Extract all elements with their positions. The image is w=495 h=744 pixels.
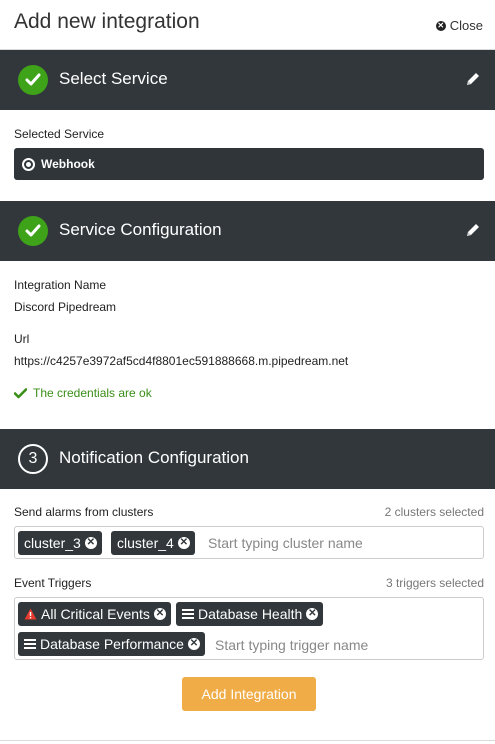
check-circle-icon: [18, 65, 48, 95]
integration-name-label: Integration Name: [14, 278, 107, 292]
tag-label: cluster_4: [117, 535, 174, 551]
credentials-message: The credentials are ok: [33, 386, 152, 400]
check-circle-icon: [18, 216, 48, 246]
remove-tag-icon[interactable]: ✕: [177, 537, 190, 549]
triggers-label: Event Triggers: [14, 576, 92, 590]
divider: [0, 740, 495, 741]
cluster-search-placeholder[interactable]: Start typing cluster name: [208, 535, 363, 551]
pencil-icon[interactable]: [465, 71, 481, 87]
selected-service-label: Selected Service: [14, 127, 105, 141]
service-label: Webhook: [41, 157, 95, 171]
section-notification-configuration: 3 Notification Configuration: [0, 429, 495, 489]
menu-lines-icon: [24, 639, 36, 649]
cluster-tag: cluster_4 ✕: [111, 531, 195, 555]
menu-lines-icon: [182, 609, 194, 619]
modal-title: Add new integration: [14, 10, 200, 33]
integration-name-value: Discord Pipedream: [14, 300, 117, 314]
section-service-configuration: Service Configuration: [0, 201, 495, 261]
trigger-search-placeholder[interactable]: Start typing trigger name: [215, 637, 368, 653]
section-title: Service Configuration: [59, 220, 222, 239]
warning-icon: [24, 608, 37, 620]
credentials-status: The credentials are ok: [14, 386, 152, 400]
remove-tag-icon[interactable]: ✕: [187, 638, 200, 650]
close-button[interactable]: ✕ Close: [435, 18, 483, 33]
tag-label: Database Performance: [40, 636, 184, 652]
service-option-webhook[interactable]: Webhook: [14, 148, 484, 180]
triggers-count: 3 triggers selected: [385, 576, 484, 590]
remove-tag-icon[interactable]: ✕: [84, 537, 97, 549]
close-label: Close: [449, 18, 483, 33]
tag-label: Database Health: [198, 606, 303, 622]
checkmark-icon: [14, 387, 27, 398]
trigger-tag: Database Performance ✕: [18, 632, 205, 656]
section-select-service: Select Service: [0, 50, 495, 110]
remove-tag-icon[interactable]: ✕: [306, 608, 319, 620]
clusters-count: 2 clusters selected: [384, 505, 484, 519]
pencil-icon[interactable]: [465, 222, 481, 238]
url-value: https://c4257e3972af5cd4f8801ec591888668…: [14, 354, 349, 368]
section-title: Select Service: [59, 69, 168, 88]
clusters-label: Send alarms from clusters: [14, 505, 154, 519]
tag-label: cluster_3: [24, 535, 81, 551]
url-label: Url: [14, 332, 30, 346]
modal-header: Add new integration ✕ Close: [0, 0, 495, 50]
tag-label: All Critical Events: [41, 606, 150, 622]
close-icon: ✕: [435, 20, 446, 31]
remove-tag-icon[interactable]: ✕: [153, 608, 166, 620]
clusters-input[interactable]: cluster_3 ✕ cluster_4 ✕ Start typing clu…: [14, 526, 484, 559]
triggers-input[interactable]: All Critical Events ✕ Database Health ✕ …: [14, 597, 484, 660]
trigger-tag: Database Health ✕: [176, 602, 324, 626]
step-number: 3: [18, 444, 48, 474]
trigger-tag: All Critical Events ✕: [18, 602, 171, 626]
radio-icon: [22, 157, 35, 171]
add-integration-button[interactable]: Add Integration: [182, 677, 316, 711]
cluster-tag: cluster_3 ✕: [18, 531, 102, 555]
section-title: Notification Configuration: [59, 448, 249, 467]
